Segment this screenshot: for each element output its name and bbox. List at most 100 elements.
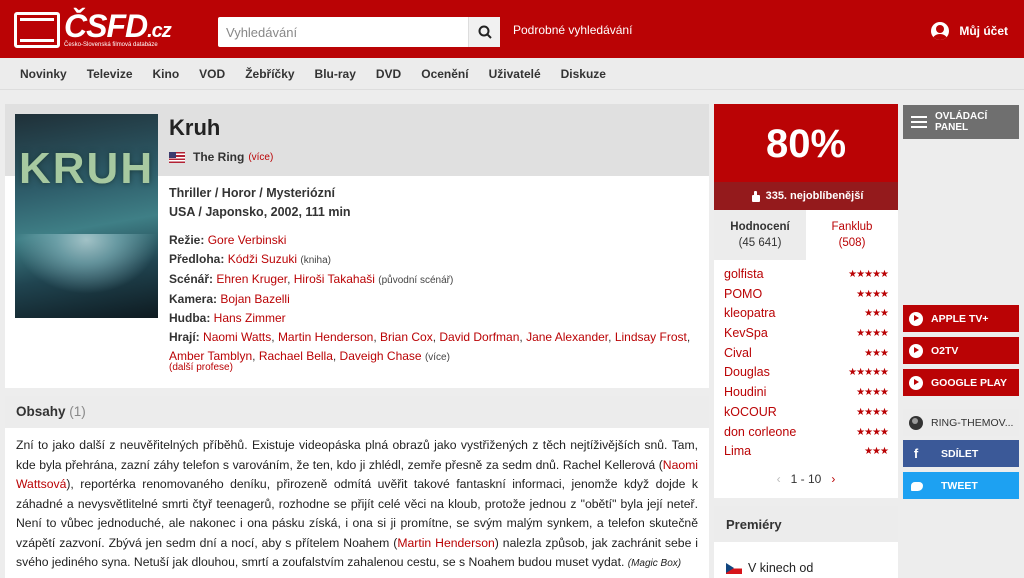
premieres-box: Premiéry V kinech od — [714, 506, 898, 578]
user-rating-row: kleopatra ★★★ — [724, 304, 889, 324]
creator-row: Režie: Gore Verbinski — [169, 231, 699, 250]
thumb-up-icon — [749, 190, 760, 202]
user-rating-row: Cival ★★★ — [724, 344, 889, 364]
creator-role: Režie: — [169, 233, 205, 247]
website-link[interactable]: RING-THEMOV... — [903, 409, 1019, 436]
plot-source: (Magic Box) — [627, 558, 682, 569]
vod-label: O2TV — [931, 344, 959, 357]
nav-item-1[interactable]: Televize — [87, 58, 133, 90]
nav-item-2[interactable]: Kino — [153, 58, 180, 90]
star-rating: ★★★★★ — [848, 269, 889, 280]
main-nav: Novinky Televize Kino VOD Žebříčky Blu-ray DVD… — [0, 58, 1024, 90]
account-button[interactable]: Můj účet — [931, 22, 1008, 40]
poster-tagline — [35, 118, 37, 124]
plot-text: Zní to jako další z neuvěřitelných příbě… — [16, 438, 698, 569]
csfd-logo[interactable]: ČSFD.cz Česko-Slovenská filmová databáze — [14, 8, 184, 50]
user-name-link[interactable]: Houdini — [724, 383, 766, 403]
user-name-link[interactable]: kleopatra — [724, 304, 775, 324]
plot-heading: Obsahy (1) — [5, 396, 709, 428]
pager-next-button[interactable]: › — [831, 472, 835, 486]
film-genres: Thriller / Horor / Mysteriózní — [169, 186, 335, 200]
nav-item-4[interactable]: Žebříčky — [245, 58, 294, 90]
film-strip-icon — [14, 12, 60, 48]
nav-item-0[interactable]: Novinky — [20, 58, 67, 90]
control-panel-button[interactable]: OVLÁDACÍ PANEL — [903, 105, 1019, 139]
creator-link[interactable]: Naomi Watts — [203, 330, 271, 344]
logo-text: ČSFD.cz — [64, 8, 172, 44]
rating-column: 80% 335. nejoblíbenější Hodnocení (45 64… — [714, 104, 898, 498]
alt-title-more-link[interactable]: (více) — [248, 152, 273, 163]
creators-list: Režie: Gore Verbinski Předloha: Kódži Suz… — [169, 231, 699, 367]
film-poster[interactable]: KRUH — [15, 114, 158, 318]
vod-apple-tv-button[interactable]: APPLE TV+ — [903, 305, 1019, 332]
share-twitter-button[interactable]: TWEET — [903, 472, 1019, 499]
search-icon — [478, 25, 492, 39]
search-input[interactable] — [218, 17, 466, 47]
star-rating: ★★★★ — [856, 406, 889, 418]
globe-icon — [909, 415, 923, 430]
creator-link[interactable]: Hans Zimmer — [214, 311, 286, 325]
plot-box: Obsahy (1) Zní to jako další z neuvěřite… — [5, 396, 709, 578]
star-rating: ★★★ — [864, 308, 889, 320]
creator-link[interactable]: Daveigh Chase — [340, 349, 422, 363]
star-rating: ★★★★★ — [848, 367, 889, 379]
tab-ratings[interactable]: Hodnocení (45 641) — [714, 210, 806, 260]
creator-link[interactable]: David Dorfman — [439, 330, 519, 344]
creator-row: Hrají: Naomi Watts, Martin Henderson, Br… — [169, 330, 691, 363]
nav-item-5[interactable]: Blu-ray — [315, 58, 356, 90]
user-rating-row: kOCOUR ★★★★ — [724, 403, 889, 423]
creator-link[interactable]: Brian Cox — [380, 330, 433, 344]
share-facebook-button[interactable]: f SDÍLET — [903, 440, 1019, 467]
creator-note[interactable]: (více) — [425, 352, 450, 363]
rating-percent: 80% — [714, 104, 898, 182]
user-name-link[interactable]: golfista — [724, 265, 764, 285]
creator-link[interactable]: Bojan Bazelli — [220, 292, 289, 306]
creator-link[interactable]: Jane Alexander — [526, 330, 608, 344]
logo-subtitle: Česko-Slovenská filmová databáze — [64, 42, 158, 48]
star-rating: ★★★ — [864, 446, 889, 458]
premiere-row: V kinech od — [726, 561, 813, 575]
tweet-label: TWEET — [941, 479, 978, 492]
user-rating-row: KevSpa ★★★★ — [724, 324, 889, 344]
advanced-search-link[interactable]: Podrobné vyhledávání — [513, 23, 632, 37]
tab-fanclub[interactable]: Fanklub (508) — [806, 210, 898, 260]
user-ratings-list: golfista ★★★★★ POMO ★★★★ kleopatra ★★★ KevSpa ★… — [714, 260, 898, 462]
favorite-rank-link[interactable]: 335. nejoblíbenější — [714, 182, 898, 210]
creator-link[interactable]: Hiroši Takahaši — [294, 272, 375, 286]
nav-item-9[interactable]: Diskuze — [561, 58, 606, 90]
twitter-icon — [909, 480, 925, 492]
user-name-link[interactable]: don corleone — [724, 423, 796, 443]
search-button[interactable] — [468, 17, 500, 47]
us-flag-icon — [169, 151, 185, 163]
account-label: Můj účet — [959, 24, 1008, 38]
other-professions-link[interactable]: (další profese) — [169, 362, 233, 373]
user-name-link[interactable]: Cival — [724, 344, 752, 364]
star-rating: ★★★ — [864, 347, 889, 359]
creator-link[interactable]: Amber Tamblyn — [169, 349, 252, 363]
vod-label: APPLE TV+ — [931, 312, 989, 325]
user-name-link[interactable]: Douglas — [724, 363, 770, 383]
user-name-link[interactable]: Lima — [724, 442, 751, 462]
vod-google-play-button[interactable]: GOOGLE PLAY — [903, 369, 1019, 396]
menu-icon — [911, 116, 927, 128]
user-name-link[interactable]: kOCOUR — [724, 403, 777, 423]
pager-prev-button[interactable]: ‹ — [777, 472, 781, 486]
control-panel-label: OVLÁDACÍ PANEL — [935, 111, 988, 133]
actor-link-martin-henderson[interactable]: Martin Henderson — [397, 536, 494, 550]
creator-link[interactable]: Martin Henderson — [278, 330, 373, 344]
nav-item-6[interactable]: DVD — [376, 58, 401, 90]
creator-link[interactable]: Kódži Suzuki — [228, 252, 297, 266]
facebook-icon: f — [913, 445, 919, 461]
nav-item-8[interactable]: Uživatelé — [489, 58, 541, 90]
vod-o2tv-button[interactable]: O2TV — [903, 337, 1019, 364]
user-name-link[interactable]: POMO — [724, 285, 762, 305]
creator-link[interactable]: Rachael Bella — [259, 349, 333, 363]
nav-item-7[interactable]: Ocenění — [421, 58, 468, 90]
user-name-link[interactable]: KevSpa — [724, 324, 768, 344]
creator-link[interactable]: Gore Verbinski — [208, 233, 287, 247]
creator-note: (kniha) — [300, 255, 331, 266]
creator-link[interactable]: Lindsay Frost — [615, 330, 687, 344]
poster-wave — [15, 234, 158, 294]
nav-item-3[interactable]: VOD — [199, 58, 225, 90]
creator-link[interactable]: Ehren Kruger — [216, 272, 287, 286]
